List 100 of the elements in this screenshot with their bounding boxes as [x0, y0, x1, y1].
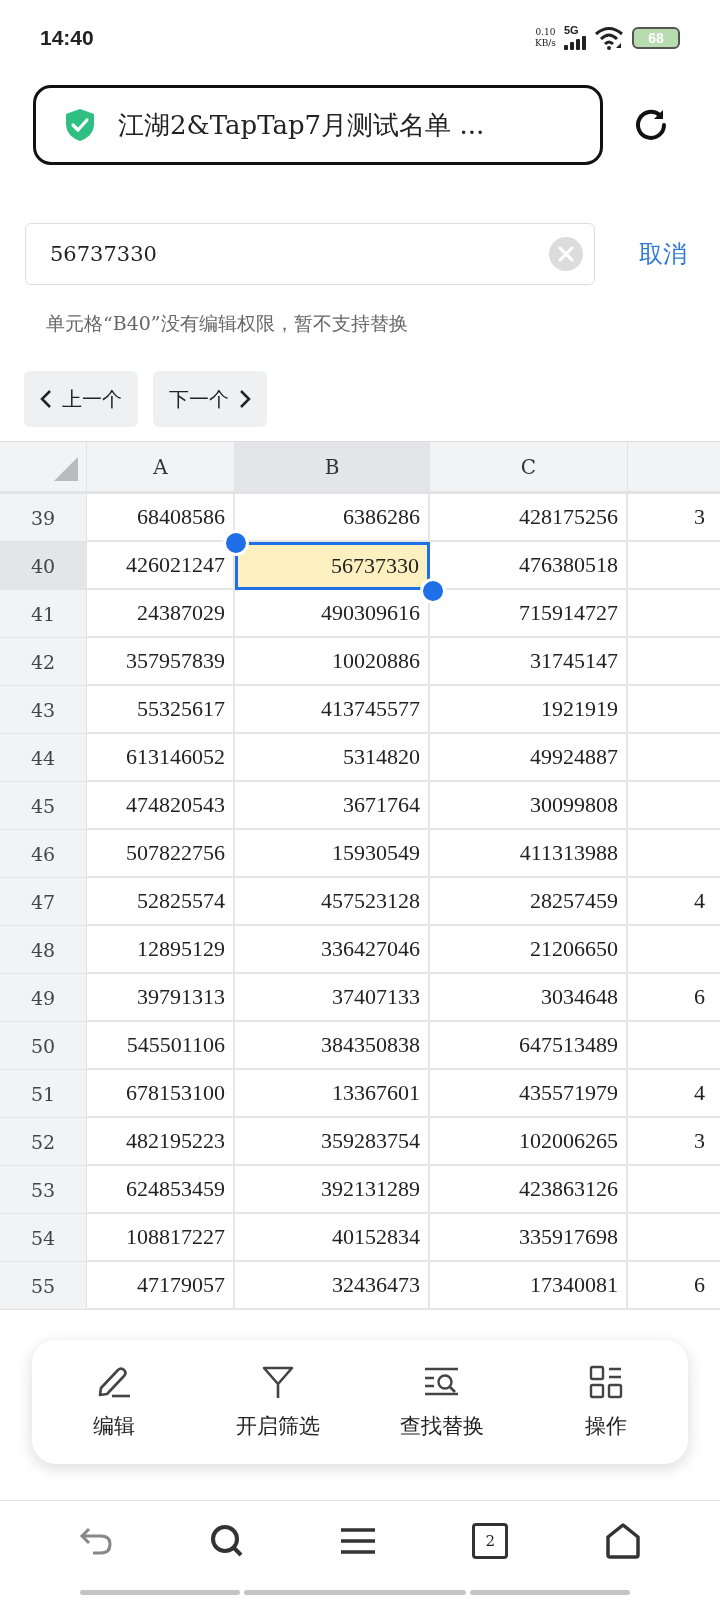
grid-icon [588, 1364, 624, 1400]
row-number[interactable]: 42 [0, 638, 87, 686]
table-cell: 31745147 [430, 638, 628, 686]
table-cell: 4 [628, 878, 720, 926]
filter-icon [260, 1364, 296, 1400]
table-cell: 32436473 [235, 1262, 430, 1310]
table-cell: 6 [628, 1262, 720, 1310]
row-number[interactable]: 44 [0, 734, 87, 782]
previous-button[interactable]: 上一个 [24, 371, 138, 427]
permission-message: 单元格“B40”没有编辑权限，暂不支持替换 [46, 311, 409, 336]
table-cell: 24387029 [87, 590, 235, 638]
table-cell: 428175256 [430, 494, 628, 542]
table-cell: 5314820 [235, 734, 430, 782]
ops-button[interactable]: 操作 [524, 1358, 688, 1446]
tabs-button[interactable]: 2 [472, 1522, 509, 1559]
table-cell: 55325617 [87, 686, 235, 734]
table-cell: 3 [628, 1118, 720, 1166]
row-number[interactable]: 39 [0, 494, 87, 542]
table-cell: 482195223 [87, 1118, 235, 1166]
document-title: 江湖2&TapTap7月测试名单 ... [118, 108, 485, 142]
document-title-bar[interactable]: 江湖2&TapTap7月测试名单 ... [33, 85, 603, 165]
table-cell: 507822756 [87, 830, 235, 878]
table-cell: 37407133 [235, 974, 430, 1022]
table-cell: 15930549 [235, 830, 430, 878]
row-number[interactable]: 47 [0, 878, 87, 926]
refresh-icon[interactable] [633, 107, 669, 143]
back-icon[interactable] [78, 1525, 113, 1556]
speed-unit: KB/s [535, 37, 556, 49]
table-cell: 357957839 [87, 638, 235, 686]
table-cell: 647513489 [430, 1022, 628, 1070]
table-cell: 49924887 [430, 734, 628, 782]
row-number[interactable]: 45 [0, 782, 87, 830]
table-cell: 102006265 [430, 1118, 628, 1166]
row-number[interactable]: 50 [0, 1022, 87, 1070]
table-cell: 411313988 [430, 830, 628, 878]
table-cell: 336427046 [235, 926, 430, 974]
edit-button[interactable]: 编辑 [32, 1358, 196, 1446]
network-speed: 0.10 [535, 26, 556, 38]
table-cell: 613146052 [87, 734, 235, 782]
row-number[interactable]: 46 [0, 830, 87, 878]
table-cell: 30099808 [430, 782, 628, 830]
menu-icon[interactable] [340, 1526, 375, 1555]
row-number[interactable]: 43 [0, 686, 87, 734]
table-cell: 40152834 [235, 1214, 430, 1262]
row-number[interactable]: 52 [0, 1118, 87, 1166]
table-cell: 359283754 [235, 1118, 430, 1166]
table-cell: 13367601 [235, 1070, 430, 1118]
table-cell: 12895129 [87, 926, 235, 974]
column-header[interactable]: A [87, 442, 235, 494]
table-cell: 474820543 [87, 782, 235, 830]
table-cell: 392131289 [235, 1166, 430, 1214]
row-number[interactable]: 41 [0, 590, 87, 638]
home-icon[interactable] [605, 1522, 642, 1559]
table-cell: 678153100 [87, 1070, 235, 1118]
table-cell: 39791313 [87, 974, 235, 1022]
row-number[interactable]: 54 [0, 1214, 87, 1262]
next-button[interactable]: 下一个 [153, 371, 267, 427]
table-cell: 335917698 [430, 1214, 628, 1262]
battery-level: 68 [648, 29, 664, 46]
cancel-button[interactable]: 取消 [631, 238, 695, 270]
find-button[interactable]: 查找替换 [360, 1358, 524, 1446]
row-number[interactable]: 48 [0, 926, 87, 974]
table-cell: 3034648 [430, 974, 628, 1022]
table-cell: 435571979 [430, 1070, 628, 1118]
row-number[interactable]: 55 [0, 1262, 87, 1310]
table-cell: 384350838 [235, 1022, 430, 1070]
table-cell: 457523128 [235, 878, 430, 926]
table-cell: 545501106 [87, 1022, 235, 1070]
table-cell: 17340081 [430, 1262, 628, 1310]
table-cell: 47179057 [87, 1262, 235, 1310]
table-cell: 108817227 [87, 1214, 235, 1262]
wifi-icon [594, 25, 624, 50]
network-type: 5G [564, 25, 579, 36]
table-cell: 624853459 [87, 1166, 235, 1214]
table-cell: 28257459 [430, 878, 628, 926]
table-cell: 1921919 [430, 686, 628, 734]
chevron-left-icon [40, 389, 52, 409]
row-number[interactable]: 40 [0, 542, 87, 590]
table-cell: 6 [628, 974, 720, 1022]
row-number[interactable]: 51 [0, 1070, 87, 1118]
table-cell: 3 [628, 494, 720, 542]
shield-check-icon [64, 108, 96, 142]
table-cell: 4 [628, 1070, 720, 1118]
row-number[interactable]: 53 [0, 1166, 87, 1214]
search-field[interactable]: 56737330 [25, 223, 595, 285]
row-number[interactable]: 49 [0, 974, 87, 1022]
corner-triangle-icon [54, 457, 78, 481]
table-cell: 423863126 [430, 1166, 628, 1214]
search-icon[interactable] [209, 1523, 244, 1558]
column-header[interactable]: C [430, 442, 628, 494]
table-cell: 413745577 [235, 686, 430, 734]
table-cell: 52825574 [87, 878, 235, 926]
table-cell: 10020886 [235, 638, 430, 686]
table-cell: 21206650 [430, 926, 628, 974]
chevron-right-icon [239, 389, 251, 409]
column-header[interactable]: B [235, 442, 430, 494]
status-time: 14:40 [40, 25, 94, 50]
table-cell: 56737330 [235, 542, 430, 590]
table-cell: 3671764 [235, 782, 430, 830]
filter-button[interactable]: 开启筛选 [196, 1358, 360, 1446]
